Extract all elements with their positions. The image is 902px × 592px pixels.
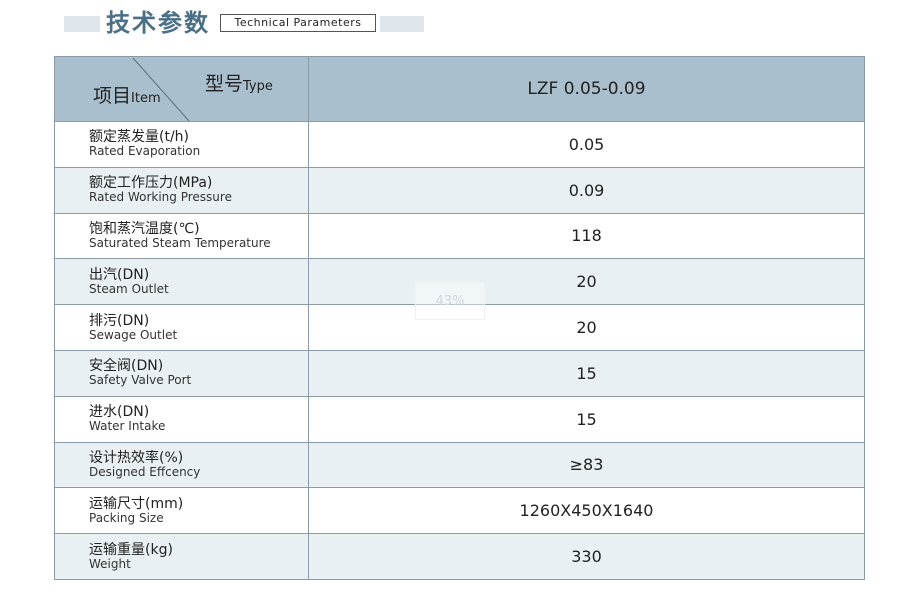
row-label-en: Sewage Outlet bbox=[89, 327, 178, 342]
row-value-cell: 15 bbox=[308, 395, 865, 443]
row-label-cell: 额定工作压力(MPa) Rated Working Pressure bbox=[54, 166, 309, 214]
table-row: 进水(DN) Water Intake 15 bbox=[54, 395, 865, 443]
table-header-row: 型号Type 项目Item LZF 0.05-0.09 bbox=[54, 56, 865, 122]
header-type-en: Type bbox=[243, 79, 273, 94]
table-row: 运输重量(kg) Weight 330 bbox=[54, 533, 865, 580]
table-row: 运输尺寸(mm) Packing Size 1260X450X1640 bbox=[54, 487, 865, 535]
header-item-en: Item bbox=[131, 91, 161, 106]
row-label-cell: 饱和蒸汽温度(℃) Saturated Steam Temperature bbox=[54, 212, 309, 260]
header-type-label: 型号Type bbox=[205, 69, 273, 96]
header-type-cn: 型号 bbox=[205, 73, 244, 95]
row-label-cell: 出汽(DN) Steam Outlet bbox=[54, 258, 309, 306]
row-label-cn: 运输尺寸(mm) bbox=[89, 495, 184, 512]
row-label-en: Rated Evaporation bbox=[89, 144, 201, 159]
row-label-en: Saturated Steam Temperature bbox=[89, 235, 271, 250]
row-label-cn: 饱和蒸汽温度(℃) bbox=[89, 220, 200, 237]
row-label-cn: 运输重量(kg) bbox=[89, 541, 173, 558]
row-value-cell: 0.09 bbox=[308, 166, 865, 214]
row-label-cell: 排污(DN) Sewage Outlet bbox=[54, 304, 309, 351]
row-label-cell: 设计热效率(%) Designed Effcency bbox=[54, 441, 309, 489]
row-label-cell: 运输尺寸(mm) Packing Size bbox=[54, 487, 309, 535]
row-label-cn: 安全阀(DN) bbox=[89, 358, 164, 375]
heading-title-en: Technical Parameters bbox=[220, 14, 376, 32]
zoom-watermark: 43% bbox=[415, 282, 485, 320]
heading-bar-right bbox=[380, 16, 424, 32]
section-heading: 技术参数 Technical Parameters bbox=[0, 0, 902, 50]
row-value-cell: 15 bbox=[308, 349, 865, 397]
row-label-en: Weight bbox=[89, 556, 131, 571]
row-value-cell: ≥83 bbox=[308, 441, 865, 489]
header-model-cell: LZF 0.05-0.09 bbox=[308, 56, 865, 122]
row-label-cell: 额定蒸发量(t/h) Rated Evaporation bbox=[54, 121, 309, 168]
header-item-cn: 项目 bbox=[93, 85, 132, 107]
header-item-label: 项目Item bbox=[93, 81, 161, 108]
row-label-cell: 进水(DN) Water Intake bbox=[54, 395, 309, 443]
row-label-en: Safety Valve Port bbox=[89, 373, 192, 388]
row-label-en: Packing Size bbox=[89, 510, 164, 525]
table-row: 安全阀(DN) Safety Valve Port 15 bbox=[54, 349, 865, 397]
row-value-cell: 20 bbox=[308, 304, 865, 351]
row-value-cell: 20 bbox=[308, 258, 865, 306]
row-label-cell: 安全阀(DN) Safety Valve Port bbox=[54, 349, 309, 397]
row-label-en: Water Intake bbox=[89, 419, 166, 434]
row-label-en: Rated Working Pressure bbox=[89, 190, 232, 205]
row-label-cn: 设计热效率(%) bbox=[89, 449, 184, 466]
row-value-cell: 330 bbox=[308, 533, 865, 580]
row-label-cn: 出汽(DN) bbox=[89, 266, 150, 283]
row-value-cell: 118 bbox=[308, 212, 865, 260]
row-label-en: Designed Effcency bbox=[89, 464, 201, 479]
table-row: 饱和蒸汽温度(℃) Saturated Steam Temperature 118 bbox=[54, 212, 865, 260]
row-label-cn: 额定蒸发量(t/h) bbox=[89, 129, 190, 146]
header-corner-cell: 型号Type 项目Item bbox=[54, 56, 309, 122]
table-row: 额定蒸发量(t/h) Rated Evaporation 0.05 bbox=[54, 121, 865, 168]
row-label-cn: 额定工作压力(MPa) bbox=[89, 175, 213, 192]
row-value-cell: 1260X450X1640 bbox=[308, 487, 865, 535]
row-label-cn: 排污(DN) bbox=[89, 312, 150, 329]
heading-bar-left bbox=[64, 16, 100, 32]
table-row: 额定工作压力(MPa) Rated Working Pressure 0.09 bbox=[54, 166, 865, 214]
table-row: 设计热效率(%) Designed Effcency ≥83 bbox=[54, 441, 865, 489]
heading-title-cn: 技术参数 bbox=[106, 9, 210, 37]
row-value-cell: 0.05 bbox=[308, 121, 865, 168]
row-label-cell: 运输重量(kg) Weight bbox=[54, 533, 309, 580]
row-label-en: Steam Outlet bbox=[89, 281, 169, 296]
row-label-cn: 进水(DN) bbox=[89, 404, 150, 421]
